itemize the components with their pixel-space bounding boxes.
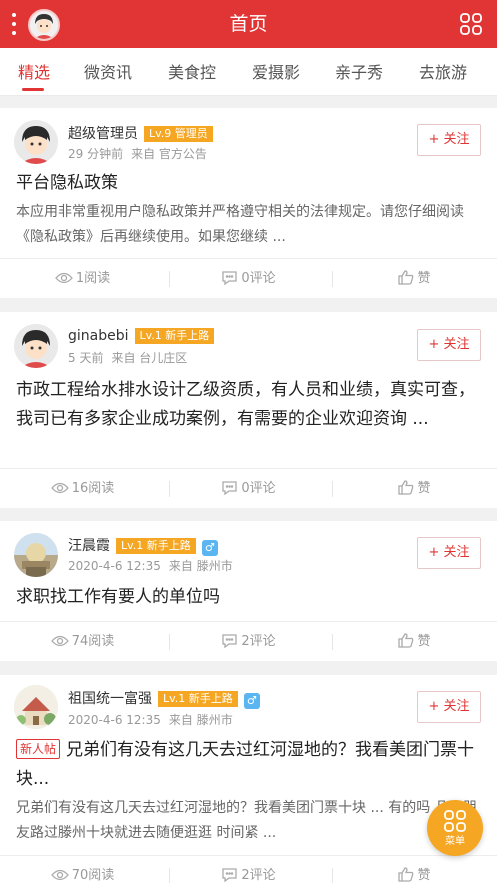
follow-button[interactable]: + 关注 xyxy=(417,691,481,723)
post-actions: 1阅读 0评论 赞 xyxy=(0,258,497,298)
eye-icon xyxy=(54,272,73,284)
tab-photography[interactable]: 爱摄影 xyxy=(242,48,310,96)
comment-button[interactable]: 0评论 xyxy=(166,469,331,509)
comment-icon xyxy=(222,481,238,496)
like-text: 赞 xyxy=(417,481,431,496)
like-text: 赞 xyxy=(417,868,431,883)
level-badge: Lv.1 新手上路 xyxy=(116,538,196,554)
post-actions: 74阅读 2评论 赞 xyxy=(0,621,497,661)
read-count-text: 74阅读 xyxy=(71,634,115,649)
comment-count-text: 0评论 xyxy=(241,481,276,496)
like-text: 赞 xyxy=(417,271,431,286)
post-actions: 70阅读 2评论 赞 xyxy=(0,855,497,883)
top-bar: 首页 xyxy=(0,0,497,48)
comment-button[interactable]: 0评论 xyxy=(166,259,331,299)
post-meta: 29 分钟前 来自 官方公告 xyxy=(68,145,215,162)
thumbs-up-icon xyxy=(398,480,414,495)
page-title: 首页 xyxy=(229,13,268,35)
comment-icon xyxy=(222,868,238,883)
eye-icon xyxy=(50,869,69,881)
comment-count-text: 2评论 xyxy=(241,868,276,883)
eye-icon xyxy=(50,482,69,494)
like-button[interactable]: 赞 xyxy=(332,622,497,662)
comment-button[interactable]: 2评论 xyxy=(166,856,331,883)
comment-icon xyxy=(222,634,238,649)
username-text: ginabebi xyxy=(68,328,129,344)
fab-label: 菜单 xyxy=(445,836,465,847)
comment-count-text: 2评论 xyxy=(241,634,276,649)
post-title[interactable]: 求职找工作有要人的单位吗 xyxy=(16,583,481,612)
username[interactable]: 超级管理员 Lv.9 管理员 xyxy=(68,123,213,143)
post-card[interactable]: 汪晨霞 Lv.1 新手上路 ♂ 2020-4-6 12:35 来自 滕州市 + 关注 … xyxy=(0,521,497,661)
post-source: 来自 滕州市 xyxy=(168,713,233,727)
level-badge: Lv.1 新手上路 xyxy=(134,328,215,344)
username[interactable]: ginabebi Lv.1 新手上路 xyxy=(68,328,215,344)
username[interactable]: 汪晨霞 Lv.1 新手上路 ♂ xyxy=(68,535,218,556)
like-button[interactable]: 赞 xyxy=(332,856,497,883)
like-button[interactable]: 赞 xyxy=(332,469,497,509)
avatar[interactable] xyxy=(14,685,58,729)
apps-grid-icon xyxy=(444,810,466,832)
avatar[interactable] xyxy=(14,120,58,164)
apps-grid-icon[interactable] xyxy=(459,12,483,36)
thumbs-up-icon xyxy=(398,270,414,285)
post-title-text: 兄弟们有没有这几天去过红河湿地的？我看美团门票十块... xyxy=(16,740,475,789)
post-source: 来自 台儿庄区 xyxy=(111,351,188,365)
post-time: 29 分钟前 xyxy=(68,147,124,161)
avatar[interactable] xyxy=(14,533,58,577)
comment-count-text: 0评论 xyxy=(241,271,276,286)
username-text: 祖国统一富强 xyxy=(68,691,152,707)
category-tabs: 精选 微资讯 美食控 爱摄影 亲子秀 去旅游 xyxy=(0,48,497,96)
read-count: 70阅读 xyxy=(0,856,165,883)
menu-fab-button[interactable]: 菜单 xyxy=(427,800,483,856)
post-meta: 2020-4-6 12:35 来自 滕州市 xyxy=(68,711,241,728)
read-count-text: 16阅读 xyxy=(71,481,115,496)
read-count-text: 1阅读 xyxy=(75,271,111,286)
post-card[interactable]: ginabebi Lv.1 新手上路 5 天前 来自 台儿庄区 + 关注 市政工程给… xyxy=(0,312,497,508)
tab-travel[interactable]: 去旅游 xyxy=(409,48,477,96)
username-text: 汪晨霞 xyxy=(68,538,110,554)
read-count: 16阅读 xyxy=(0,469,165,509)
post-time: 2020-4-6 12:35 xyxy=(68,713,161,727)
level-badge: Lv.1 新手上路 xyxy=(158,691,238,707)
follow-button[interactable]: + 关注 xyxy=(417,124,481,156)
post-actions: 16阅读 0评论 赞 xyxy=(0,468,497,508)
tab-food[interactable]: 美食控 xyxy=(158,48,226,96)
post-card[interactable]: 祖国统一富强 Lv.1 新手上路 ♂ 2020-4-6 12:35 来自 滕州市 + … xyxy=(0,675,497,883)
male-gender-icon: ♂ xyxy=(201,540,218,556)
like-text: 赞 xyxy=(417,634,431,649)
post-meta: 2020-4-6 12:35 来自 滕州市 xyxy=(68,557,241,574)
comment-button[interactable]: 2评论 xyxy=(166,622,331,662)
username[interactable]: 祖国统一富强 Lv.1 新手上路 ♂ xyxy=(68,688,260,709)
follow-button[interactable]: + 关注 xyxy=(417,329,481,361)
post-source: 来自 滕州市 xyxy=(168,559,233,573)
eye-icon xyxy=(50,635,69,647)
read-count: 74阅读 xyxy=(0,622,165,662)
active-tab-indicator xyxy=(22,88,44,91)
follow-button[interactable]: + 关注 xyxy=(417,537,481,569)
comment-icon xyxy=(222,271,238,286)
post-time: 2020-4-6 12:35 xyxy=(68,559,161,573)
post-card[interactable]: 超级管理员 Lv.9 管理员 29 分钟前 来自 官方公告 + 关注 平台隐私政策 … xyxy=(0,108,497,298)
male-gender-icon: ♂ xyxy=(243,693,260,709)
thumbs-up-icon xyxy=(398,867,414,882)
level-badge: Lv.9 管理员 xyxy=(144,126,213,142)
post-meta: 5 天前 来自 台儿庄区 xyxy=(68,349,195,366)
read-count: 1阅读 xyxy=(0,259,165,299)
post-title[interactable]: 市政工程给水排水设计乙级资质，有人员和业绩，真实可查，我司已有多家企业成功案例，… xyxy=(16,376,481,434)
avatar[interactable] xyxy=(14,324,58,368)
read-count-text: 70阅读 xyxy=(71,868,115,883)
post-summary[interactable]: 本应用非常重视用户隐私政策并严格遵守相关的法律规定。请您仔细阅读《隐私政策》后再… xyxy=(16,200,481,250)
username-text: 超级管理员 xyxy=(68,126,138,142)
thumbs-up-icon xyxy=(398,633,414,648)
post-summary[interactable]: 兄弟们有没有这几天去过红河湿地的？我看美团门票十块 ... 有的吗 几个朋友路过… xyxy=(16,796,481,846)
tab-parenting[interactable]: 亲子秀 xyxy=(325,48,393,96)
post-title[interactable]: 平台隐私政策 xyxy=(16,169,481,198)
new-post-badge: 新人帖 xyxy=(16,739,61,759)
tab-news[interactable]: 微资讯 xyxy=(74,48,142,96)
post-source: 来自 官方公告 xyxy=(131,147,207,161)
post-title[interactable]: 新人帖 兄弟们有没有这几天去过红河湿地的？我看美团门票十块... xyxy=(16,736,481,794)
post-time: 5 天前 xyxy=(68,351,104,365)
like-button[interactable]: 赞 xyxy=(332,259,497,299)
